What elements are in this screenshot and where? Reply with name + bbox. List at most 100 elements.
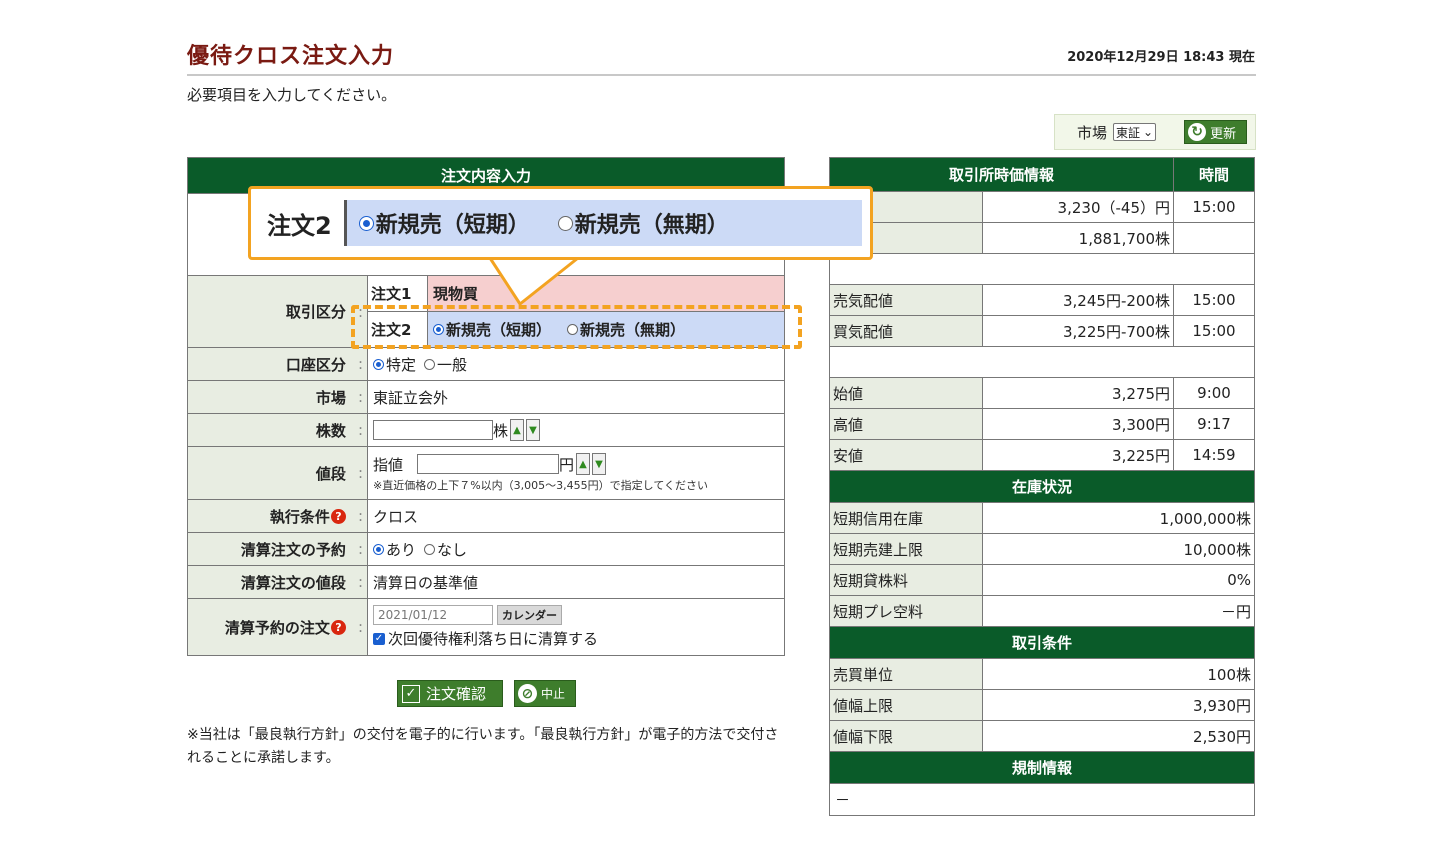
stock-label: 短期プレ空料 [830,596,983,626]
account-label-cell: 口座区分: [188,348,368,380]
callout-unlimited-label: 新規売（無期） [574,213,729,238]
checkbox-icon: ✓ [402,684,420,703]
price-label: 始値 [830,378,983,408]
price-time: 15:00 [1192,291,1236,309]
settle-order-row: 清算予約の注文?: 2021/01/12 カレンダー ✓ 次回優待権利落ち日に清… [188,599,784,655]
arrow-down-icon[interactable]: ▼ [592,453,607,475]
cancel-button[interactable]: ⊘ 中止 [514,680,576,707]
shares-input[interactable] [373,420,493,440]
settle-price-label-cell: 清算注文の値段: [188,566,368,598]
settle-reserve-row: 清算注文の予約: あり なし [188,533,784,566]
help-icon[interactable]: ? [330,619,346,635]
market-row-label: 市場 [315,388,346,407]
price-input-line: 指値 円 ▲ ▼ [373,453,607,475]
condition-info-label: 値幅上限 [830,690,983,720]
stock-status-header: 在庫状況 [830,471,1254,503]
market-row-value: 東証立会外 [373,388,449,407]
price-label: 値段 [315,464,346,483]
market-row: 市場: 東証立会外 [188,381,784,414]
market-select-value: 東証 [1116,125,1141,140]
condition-value: クロス [373,507,419,526]
account-row: 口座区分: 特定 一般 [188,348,784,381]
shares-row: 株数: 株 ▲ ▼ [188,414,784,447]
refresh-icon: ↻ [1188,123,1207,141]
regulation-header: 規制情報 [830,752,1254,784]
stock-row: 短期貸株料 0% [830,565,1254,596]
update-button-label: 更新 [1210,126,1237,142]
stock-row: 短期信用在庫 1,000,000株 [830,503,1254,534]
calendar-button[interactable]: カレンダー [497,605,562,625]
stock-label: 短期貸株料 [830,565,983,595]
condition-info-value: 2,530円 [1193,727,1251,746]
price-unit: 円 [559,455,575,474]
settle-date-line: 2021/01/12 カレンダー [373,605,562,625]
settle-price-value: 清算日の基準値 [373,573,479,592]
price-label-cell: 値段: [188,447,368,499]
price-row-high: 高値 3,300円 9:17 [830,409,1254,440]
settle-no-radio[interactable] [424,543,436,555]
arrow-up-icon[interactable]: ▲ [510,419,525,441]
callout-options: 新規売（短期） 新規売（無期） [346,200,862,246]
callout-short-radio [358,215,374,231]
price-row-open: 始値 3,275円 9:00 [830,378,1254,409]
condition-info-row: 値幅下限 2,530円 [830,721,1254,752]
update-button[interactable]: ↻ 更新 [1184,120,1248,144]
account-general-radio[interactable] [424,358,436,370]
price-value: 3,225円-700株 [983,316,1174,346]
stock-value: 1,000,000株 [1159,509,1251,528]
settle-checkbox[interactable]: ✓ [373,632,385,645]
price-value: 1,881,700株 [983,223,1174,253]
price-time: 15:00 [1192,198,1236,216]
condition-info-value: 100株 [1207,665,1251,684]
condition-label-cell: 執行条件?: [188,500,368,532]
instructions-text: 必要項目を入力してください。 [187,86,397,104]
condition-row: 執行条件?: クロス [188,500,784,533]
title-divider [187,74,1256,76]
page-title: 優待クロス注文入力 [187,44,395,69]
timestamp: 2020年12月29日 18:43 現在 [1067,50,1255,65]
price-value: 3,230（-45）円 [983,192,1174,222]
account-specific-radio[interactable] [373,358,384,370]
stock-value: －円 [1220,602,1251,621]
price-row-current: 値 3,230（-45）円 15:00 [830,192,1254,223]
price-note: ※直近価格の上下７%以内（3,005～3,455円）で指定してください [373,479,708,492]
settle-date-input[interactable]: 2021/01/12 [373,605,493,625]
price-input[interactable] [417,454,560,474]
market-select[interactable]: 東証 ⌄ [1113,123,1157,141]
account-specific-label[interactable]: 特定 [386,354,416,375]
account-options: 特定 一般 [368,348,784,380]
settle-yes-radio[interactable] [373,543,384,555]
condition-label: 執行条件 [269,507,330,526]
settle-reserve-options: あり なし [368,533,784,565]
settle-no-label[interactable]: なし [437,539,467,560]
market-label: 市場 [1077,123,1108,142]
arrow-down-icon[interactable]: ▼ [526,419,541,441]
price-time [1174,223,1254,253]
confirm-order-button[interactable]: ✓ 注文確認 [397,680,503,707]
trade-type-label-cell: 取引区分: [188,276,368,347]
regulation-value: － [835,791,851,809]
price-value: 3,300円 [983,409,1174,439]
price-time: 15:00 [1192,322,1236,340]
callout-unlimited-radio [557,215,573,231]
settle-checkbox-label[interactable]: 次回優待権利落ち日に清算する [388,628,598,649]
price-blank-row [830,254,1254,285]
callout-tag: 注文2 [267,200,347,246]
shares-input-area: 株 ▲ ▼ [368,414,784,446]
price-value: 3,275円 [983,378,1174,408]
help-icon[interactable]: ? [330,508,346,524]
callout-zoom: 注文2 新規売（短期） 新規売（無期） [248,186,873,260]
price-value: 3,225円 [983,440,1174,470]
market-selector-box: 市場 東証 ⌄ ↻ 更新 [1054,114,1256,150]
arrow-up-icon[interactable]: ▲ [576,453,591,475]
price-prefix: 指値 [373,455,404,474]
stock-value: 10,000株 [1183,540,1252,559]
settle-yes-label[interactable]: あり [386,539,416,560]
account-general-label[interactable]: 一般 [437,354,467,375]
stock-label: 短期売建上限 [830,534,983,564]
price-row: 値段: 指値 円 ▲ ▼ ※直近価格の上下７%以内（3,005～3,455円）で… [188,447,784,500]
settle-checkbox-line: ✓ 次回優待権利落ち日に清算する [373,628,598,649]
price-row-volume: 高 1,881,700株 [830,223,1254,254]
stock-row: 短期売建上限 10,000株 [830,534,1254,565]
price-input-area: 指値 円 ▲ ▼ ※直近価格の上下７%以内（3,005～3,455円）で指定して… [368,447,784,499]
